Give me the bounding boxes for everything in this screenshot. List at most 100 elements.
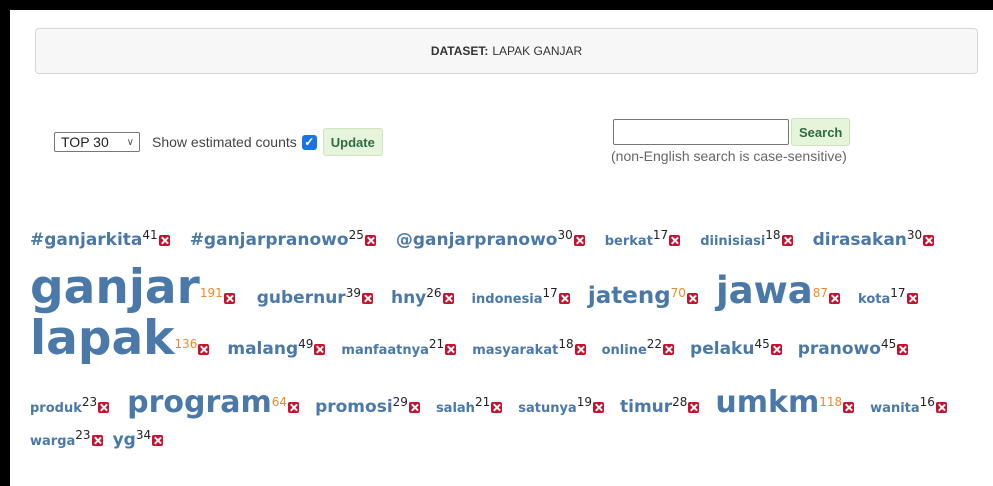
cloud-row: produk 23 program 64 promosi 29 salah 21 satunya… (30, 385, 947, 427)
word-count: 29 (392, 395, 408, 409)
cloud-word[interactable]: promosi (315, 397, 393, 417)
search-input[interactable] (613, 119, 789, 145)
cloud-word[interactable]: #ganjarpranowo (190, 230, 349, 250)
dataset-name: LAPAK GANJAR (492, 44, 583, 58)
cloud-word-item: gubernur 39 (257, 286, 373, 308)
cloud-word[interactable]: indonesia (472, 292, 543, 307)
remove-word-icon[interactable] (361, 293, 373, 304)
remove-word-icon[interactable] (923, 235, 935, 246)
cloud-word[interactable]: dirasakan (813, 230, 907, 250)
remove-word-icon[interactable] (663, 344, 675, 355)
remove-word-icon[interactable] (288, 402, 300, 413)
word-count: 30 (906, 228, 923, 242)
word-count: 49 (298, 337, 314, 351)
remove-word-icon[interactable] (897, 344, 909, 355)
cloud-word[interactable]: hny (391, 288, 426, 308)
cloud-word[interactable]: umkm (715, 385, 819, 420)
cloud-word-item: indonesia 17 (472, 286, 570, 307)
cloud-word-item: @ganjarpranowo 30 (396, 228, 585, 250)
search-button[interactable]: Search (791, 118, 851, 146)
cloud-word[interactable]: satunya (518, 401, 576, 416)
cloud-word[interactable]: jawa (716, 269, 813, 312)
cloud-row: ganjar 191 gubernur 39 hny 26 indonesia 17 jaten… (30, 264, 918, 312)
cloud-word-item: berkat 17 (605, 228, 681, 249)
cloud-word[interactable]: kota (858, 292, 890, 307)
estimated-counts-checkbox[interactable]: ✓ (301, 134, 317, 150)
page: DATASET: LAPAK GANJAR TOP 30 ∨ Show esti… (10, 10, 993, 486)
cloud-word[interactable]: berkat (605, 234, 653, 249)
remove-word-icon[interactable] (408, 402, 420, 413)
cloud-controls: TOP 30 ∨ Show estimated counts ✓ Update (54, 128, 383, 156)
cloud-word[interactable]: program (127, 385, 272, 420)
cloud-word[interactable]: #ganjarkita (30, 230, 142, 250)
cloud-word[interactable]: lapak (30, 315, 174, 362)
remove-word-icon[interactable] (906, 293, 918, 304)
cloud-word[interactable]: gubernur (257, 288, 346, 308)
top-n-select[interactable]: TOP 30 ∨ (54, 132, 140, 152)
remove-word-icon[interactable] (781, 235, 793, 246)
remove-word-icon[interactable] (829, 293, 841, 304)
remove-word-icon[interactable] (843, 402, 855, 413)
cloud-word[interactable]: manfaatnya (341, 343, 429, 358)
word-count: 22 (646, 337, 663, 351)
cloud-word-item: produk 23 (30, 395, 110, 416)
estimated-counts-label: Show estimated counts (152, 134, 297, 150)
remove-word-icon[interactable] (152, 435, 164, 446)
word-count: 23 (81, 395, 98, 409)
remove-word-icon[interactable] (573, 235, 585, 246)
remove-word-icon[interactable] (574, 344, 586, 355)
cloud-word[interactable]: ganjar (30, 264, 200, 311)
cloud-word[interactable]: salah (436, 401, 475, 416)
cloud-word-item: umkm 118 (715, 385, 855, 420)
cloud-word-item: manfaatnya 21 (341, 337, 457, 358)
remove-word-icon[interactable] (669, 235, 681, 246)
remove-word-icon[interactable] (592, 402, 604, 413)
remove-word-icon[interactable] (558, 293, 570, 304)
cloud-word[interactable]: wanita (870, 401, 919, 416)
cloud-word-item: dirasakan 30 (813, 228, 935, 250)
cloud-word[interactable]: timur (620, 397, 672, 417)
remove-word-icon[interactable] (686, 293, 698, 304)
remove-word-icon[interactable] (935, 402, 947, 413)
remove-word-icon[interactable] (98, 402, 110, 413)
cloud-word[interactable]: warga (30, 434, 75, 449)
remove-word-icon[interactable] (491, 402, 503, 413)
remove-word-icon[interactable] (314, 344, 326, 355)
word-count: 21 (428, 337, 445, 351)
cloud-word[interactable]: masyarakat (472, 343, 558, 358)
remove-word-icon[interactable] (770, 344, 782, 355)
cloud-word-item: pelaku 45 (690, 337, 782, 359)
remove-word-icon[interactable] (198, 344, 210, 355)
word-count: 21 (474, 395, 491, 409)
cloud-word[interactable]: jateng (588, 283, 671, 309)
cloud-word[interactable]: produk (30, 401, 82, 416)
remove-word-icon[interactable] (158, 235, 170, 246)
remove-word-icon[interactable] (445, 344, 457, 355)
remove-word-icon[interactable] (442, 293, 454, 304)
cloud-word-item: wanita 16 (870, 395, 947, 416)
cloud-word[interactable]: diinisiasi (700, 234, 765, 249)
cloud-word-item: salah 21 (436, 395, 503, 416)
remove-word-icon[interactable] (688, 402, 700, 413)
word-count: 18 (765, 228, 781, 242)
word-count: 45 (754, 337, 770, 351)
word-count: 39 (345, 286, 361, 300)
update-button[interactable]: Update (322, 128, 383, 156)
word-count: 19 (576, 395, 592, 409)
cloud-word-item: promosi 29 (315, 395, 420, 417)
remove-word-icon[interactable] (91, 435, 103, 446)
cloud-word-item: jateng 70 (588, 283, 698, 309)
word-count: 17 (890, 286, 906, 300)
cloud-word[interactable]: online (602, 343, 647, 358)
cloud-word[interactable]: pranowo (798, 339, 881, 359)
cloud-word[interactable]: yg (113, 430, 136, 450)
remove-word-icon[interactable] (223, 293, 235, 304)
remove-word-icon[interactable] (364, 235, 376, 246)
word-count: 26 (426, 286, 442, 300)
cloud-word-item: pranowo 45 (798, 337, 909, 359)
cloud-word-item: hny 26 (391, 286, 454, 308)
cloud-word[interactable]: @ganjarpranowo (396, 230, 558, 250)
dataset-label: DATASET: (430, 44, 489, 58)
cloud-word[interactable]: malang (227, 339, 298, 359)
cloud-word[interactable]: pelaku (690, 339, 754, 359)
